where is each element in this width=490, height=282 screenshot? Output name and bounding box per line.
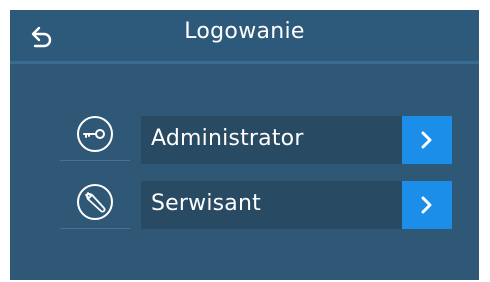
administrator-arrow-button[interactable] — [402, 116, 452, 164]
header-bar: Logowanie — [10, 10, 479, 64]
administrator-icon-cell — [60, 108, 130, 161]
key-icon — [77, 116, 113, 152]
login-screen: Logowanie Administrator Serwisant — [10, 10, 479, 280]
login-option-label: Serwisant — [151, 191, 261, 216]
serwisant-icon-cell — [60, 176, 130, 229]
login-option-label: Administrator — [151, 126, 304, 151]
page-title: Logowanie — [184, 19, 305, 44]
chevron-right-icon — [421, 196, 432, 214]
chevron-right-icon — [421, 131, 432, 149]
wrench-icon — [77, 184, 113, 220]
serwisant-arrow-button[interactable] — [402, 181, 452, 229]
